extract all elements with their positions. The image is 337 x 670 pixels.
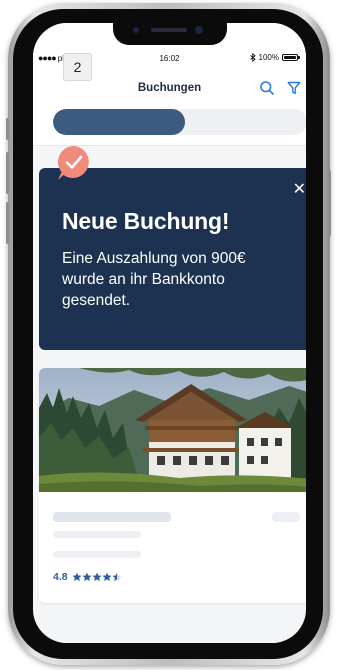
notch — [113, 23, 227, 45]
booking-progress-bar — [53, 109, 306, 135]
status-right: 100% — [249, 53, 300, 62]
close-icon[interactable]: ✕ — [293, 182, 306, 198]
listing-price-placeholder — [272, 512, 300, 522]
listing-detail-placeholder — [53, 551, 141, 558]
phone-screen: ●●●● ply 16:02 100% Buchungen — [33, 23, 306, 643]
front-camera — [195, 26, 203, 34]
proximity-sensor — [133, 27, 139, 33]
star-icon — [112, 572, 122, 582]
check-icon — [57, 146, 89, 180]
listing-subtitle-placeholder — [53, 531, 141, 538]
booking-notification-card: ✕ Neue Buchung! Eine Auszahlung von 900€… — [39, 168, 306, 350]
listing-rating: 4.8 — [53, 571, 122, 583]
booking-progress-fill — [53, 109, 186, 135]
battery-icon — [282, 54, 300, 61]
battery-percent: 100% — [258, 53, 279, 62]
filter-icon[interactable] — [287, 81, 301, 95]
phone-side-button — [6, 118, 9, 140]
star-icon — [92, 572, 102, 582]
bluetooth-icon — [249, 53, 256, 62]
screen-bottom-area — [33, 613, 306, 643]
notification-message: Eine Auszahlung von 900€ wurde an ihr Ba… — [62, 250, 246, 309]
star-icon — [102, 572, 112, 582]
star-icon — [82, 572, 92, 582]
notification-title: Neue Buchung! — [62, 208, 230, 234]
star-icon — [72, 572, 82, 582]
search-icon[interactable] — [259, 80, 275, 96]
listing-card[interactable]: 4.8 — [39, 368, 306, 603]
listing-title-placeholder — [53, 512, 171, 522]
earpiece-speaker — [151, 28, 187, 32]
phone-volume-up-button — [6, 152, 9, 194]
page-number-badge: 2 — [63, 53, 92, 81]
alpine-chalet-photo — [39, 368, 306, 492]
phone-volume-down-button — [6, 202, 9, 244]
rating-value: 4.8 — [53, 571, 68, 583]
phone-power-button — [328, 170, 331, 236]
rating-stars — [72, 572, 122, 582]
